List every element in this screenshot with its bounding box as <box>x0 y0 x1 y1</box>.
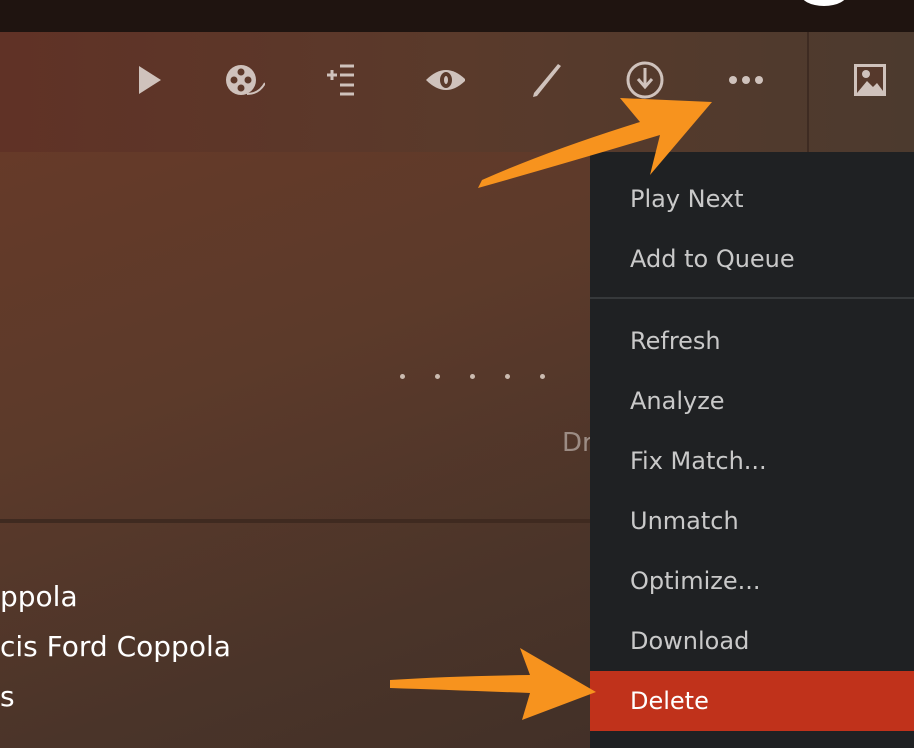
annotation-arrows <box>390 98 712 720</box>
arrow-to-more-button <box>478 98 712 188</box>
arrow-to-delete <box>390 648 596 720</box>
